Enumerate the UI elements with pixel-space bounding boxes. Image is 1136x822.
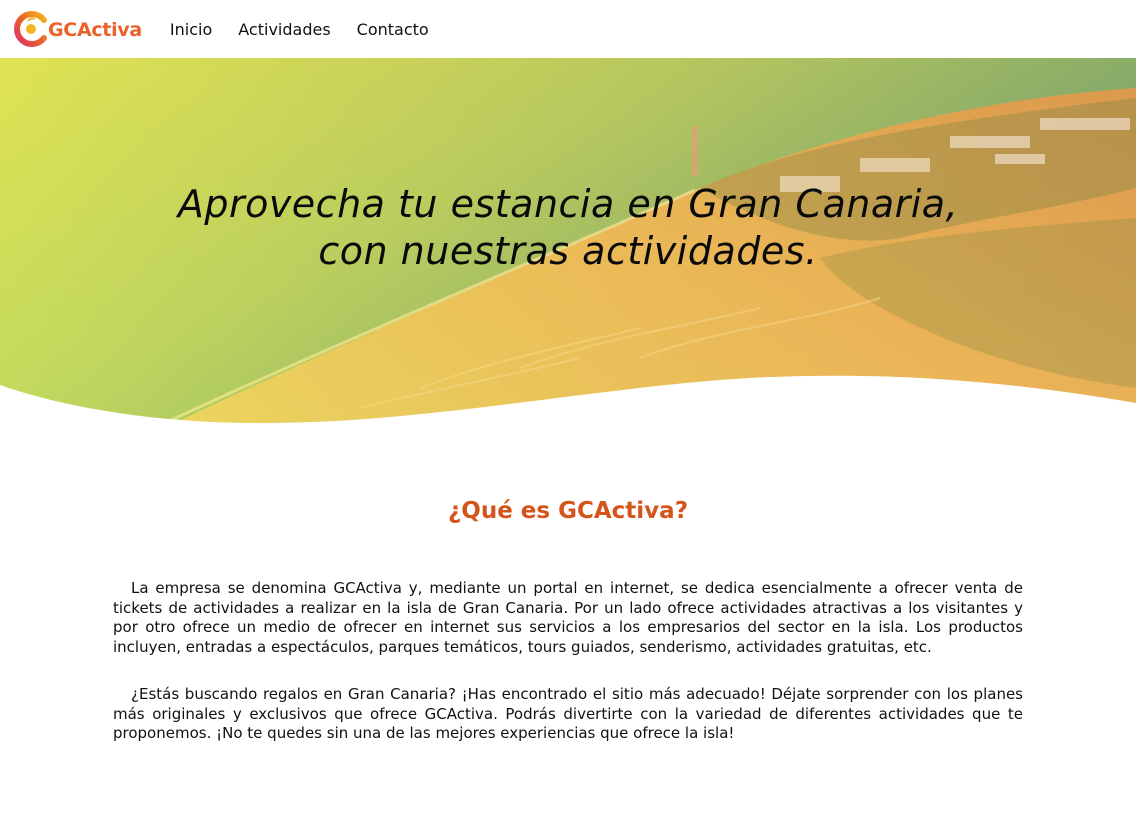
nav-link-contacto[interactable]: Contacto xyxy=(357,20,429,39)
logo-link[interactable]: GCActiva xyxy=(11,0,142,58)
hero-title-line-1: Aprovecha tu estancia en Gran Canaria, xyxy=(177,182,959,226)
nav-links: Inicio Actividades Contacto xyxy=(170,20,455,39)
nav-link-actividades[interactable]: Actividades xyxy=(238,20,330,39)
about-heading: ¿Qué es GCActiva? xyxy=(447,498,689,524)
hero-title: Aprovecha tu estancia en Gran Canaria, c… xyxy=(0,181,1136,275)
nav-link-inicio[interactable]: Inicio xyxy=(170,20,212,39)
hero-title-line-2: con nuestras actividades. xyxy=(318,229,818,273)
navbar: GCActiva Inicio Actividades Contacto xyxy=(0,0,1136,58)
about-paragraph-1: La empresa se denomina GCActiva y, media… xyxy=(113,579,1023,656)
hero-banner: Aprovecha tu estancia en Gran Canaria, c… xyxy=(0,58,1136,430)
about-paragraph-2: ¿Estás buscando regalos en Gran Canaria?… xyxy=(113,685,1023,742)
logo-text: GCActiva xyxy=(48,19,142,41)
gcactiva-logo-icon xyxy=(11,9,51,49)
